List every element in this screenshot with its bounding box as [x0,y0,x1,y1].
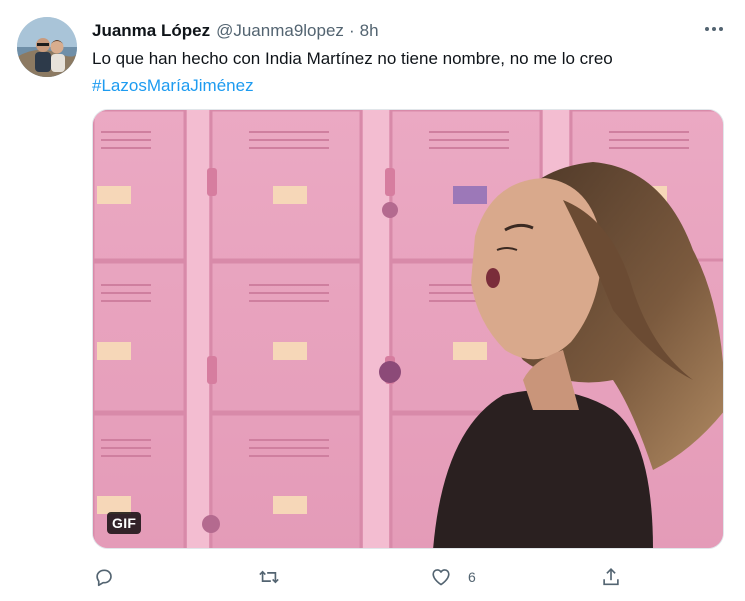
gif-badge: GIF [107,512,142,534]
like-count: 6 [468,569,476,585]
gif-image [93,110,723,548]
tweet-body: Lo que han hecho con India Martínez no t… [92,49,613,68]
share-button[interactable] [600,562,638,592]
heart-icon [432,569,450,586]
tweet-text: Lo que han hecho con India Martínez no t… [92,45,722,99]
tweet-timestamp[interactable]: 8h [360,21,379,41]
retweet-icon [259,570,279,584]
share-icon [603,568,619,586]
avatar[interactable] [17,17,77,77]
reply-button[interactable] [93,562,131,592]
separator-dot: · [348,21,355,40]
more-options-button[interactable] [701,18,727,40]
tweet-header: Juanma López @Juanma9lopez · 8h [92,19,379,43]
author-display-name[interactable]: Juanma López [92,21,210,41]
retweet-button[interactable] [258,562,296,592]
like-button[interactable]: 6 [430,562,476,592]
tweet: Juanma López @Juanma9lopez · 8h Lo que h… [0,0,745,601]
tweet-media-gif[interactable]: GIF [92,109,724,549]
tweet-actions: 6 [92,562,722,592]
reply-icon [96,569,112,587]
more-horizontal-icon [705,27,709,31]
avatar-image [17,17,77,77]
author-handle[interactable]: @Juanma9lopez [216,21,344,41]
hashtag-link[interactable]: #LazosMaríaJiménez [92,72,722,99]
